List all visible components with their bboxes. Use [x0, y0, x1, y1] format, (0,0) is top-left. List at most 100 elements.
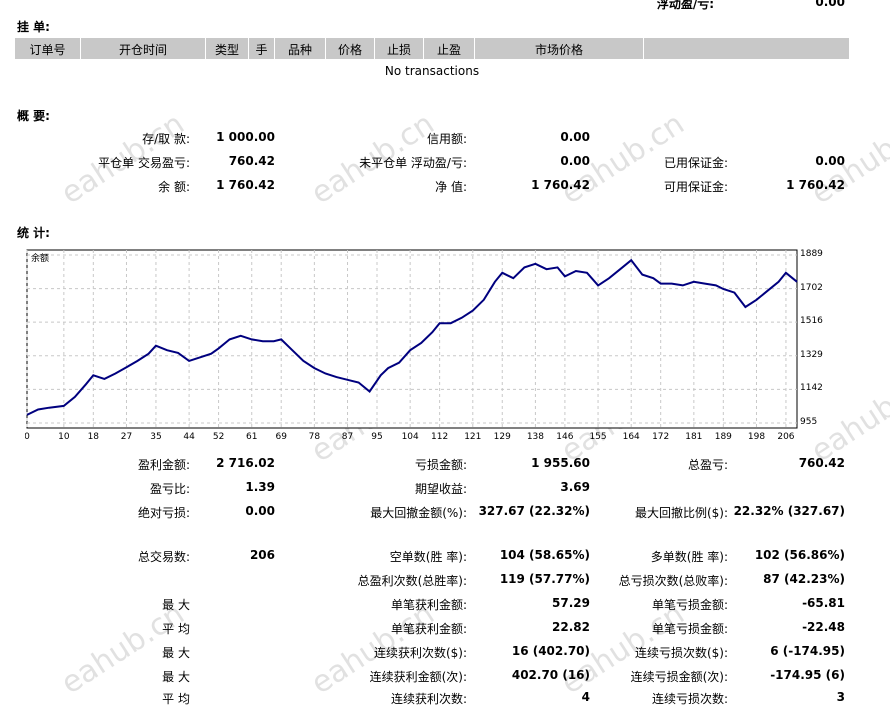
stats-label: 平 均 [162, 692, 190, 706]
col-market-price: 市场价格 [534, 43, 583, 57]
summary-label: 净 值: [435, 180, 467, 194]
stats-label: 单笔亏损金额: [651, 598, 728, 612]
col-sl: 止损 [386, 43, 411, 57]
stats-value: 760.42 [798, 456, 845, 470]
stats-value: 104 (58.65%) [499, 548, 590, 562]
stats-label: 最 大 [162, 598, 190, 612]
col-type: 类型 [214, 43, 239, 57]
summary-label: 已用保证金: [663, 156, 728, 170]
chart-x-tick: 104 [402, 432, 419, 442]
chart-x-tick: 61 [246, 432, 257, 442]
stats-label: 多单数(胜 率): [650, 550, 728, 564]
stats-label: 亏损金额: [414, 458, 467, 472]
summary-label: 未平仓单 浮动盈/亏: [359, 156, 467, 170]
summary-label: 平仓单 交易盈亏: [98, 156, 190, 170]
stats-value: 3.69 [560, 480, 590, 494]
col-symbol: 品种 [287, 43, 312, 57]
stats-value: 6 (-174.95) [770, 644, 845, 658]
stats-value: 206 [249, 548, 275, 562]
stats-label: 平 均 [162, 622, 190, 636]
chart-x-tick: 189 [715, 432, 732, 442]
chart-x-tick: 69 [275, 432, 287, 442]
summary-value: 1 760.42 [531, 178, 590, 192]
stats-label: 连续获利金额(次): [369, 670, 467, 684]
floating-pl-value: 0.00 [815, 0, 845, 9]
chart-x-tick: 35 [150, 432, 161, 442]
stats-label: 总盈亏: [687, 458, 728, 472]
stats-value: 119 (57.77%) [499, 572, 590, 586]
stats-label: 连续获利次数($): [373, 646, 467, 660]
chart-frame [26, 249, 798, 429]
stats-value: 2 716.02 [216, 456, 275, 470]
balance-chart-svg: 0 10 18 27 35 44 52 61 69 78 87 95 104 112 121 129 138 14… [25, 249, 798, 442]
stats-label: 连续亏损次数: [651, 692, 728, 706]
chart-x-tick: 164 [623, 432, 640, 442]
stats-value: 1.39 [245, 480, 275, 494]
stats-value: 22.32% (327.67) [733, 504, 845, 518]
stats-value: 3 [836, 690, 845, 704]
stats-value: 16 (402.70) [511, 644, 590, 658]
stats-label: 单笔获利金额: [390, 598, 467, 612]
chart-x-tick: 112 [431, 432, 448, 442]
summary-title: 概 要: [17, 109, 50, 123]
stats-label: 最 大 [162, 646, 190, 660]
summary-label: 存/取 款: [142, 132, 190, 146]
summary-value: 1 760.42 [786, 178, 845, 192]
col-lots: 手 [255, 43, 268, 57]
summary-value: 1 760.42 [216, 178, 275, 192]
chart-x-tick: 129 [494, 432, 511, 442]
summary-value: 760.42 [228, 154, 275, 168]
stats-value: 4 [581, 690, 590, 704]
stats-value: 402.70 (16) [511, 668, 590, 682]
stats-label: 空单数(胜 率): [389, 550, 467, 564]
stats-value: 327.67 (22.32%) [478, 504, 590, 518]
orders-table-header: 订单号 开仓时间 类型 手 品种 价格 止损 止盈 市场价格 [15, 38, 849, 59]
chart-y-tick: 1142 [800, 383, 823, 394]
chart-x-tick: 87 [342, 432, 353, 442]
col-open-time: 开仓时间 [118, 43, 167, 57]
chart-x-tick: 18 [88, 432, 100, 442]
chart-x-tick: 206 [777, 432, 794, 442]
stats-label: 单笔亏损金额: [651, 622, 728, 636]
chart-x-tick: 172 [652, 432, 669, 442]
stats-value: -174.95 (6) [770, 668, 845, 682]
stats-label: 盈利金额: [137, 458, 190, 472]
stats-value: 0.00 [245, 504, 275, 518]
chart-x-tick: 44 [183, 432, 195, 442]
balance-chart: 0 10 18 27 35 44 52 61 69 78 87 95 104 112 121 129 138 14… [25, 248, 823, 442]
chart-x-tick: 0 [25, 432, 30, 442]
stats-value: 102 (56.86%) [754, 548, 845, 562]
stats-label: 最 大 [162, 670, 190, 684]
summary-label: 信用额: [426, 132, 467, 146]
chart-y-tick: 1889 [800, 249, 823, 259]
stats-label: 盈亏比: [149, 482, 190, 496]
chart-x-tick: 95 [371, 432, 382, 442]
col-price: 价格 [337, 43, 362, 57]
stats-label: 单笔获利金额: [390, 622, 467, 636]
chart-y-tick: 1702 [800, 282, 823, 293]
stats-label: 总交易数: [137, 550, 190, 564]
stats-label: 总亏损次数(总败率): [618, 574, 728, 588]
chart-x-tick: 78 [309, 432, 321, 442]
stats-value: -22.48 [802, 620, 845, 634]
summary-value: 0.00 [560, 154, 590, 168]
stats-label: 总盈利次数(总胜率): [357, 574, 467, 588]
stats-title: 统 计: [17, 226, 50, 240]
orders-empty: No transactions [384, 64, 480, 78]
summary-value: 0.00 [560, 130, 590, 144]
stats-label: 期望收益: [414, 482, 467, 496]
summary-value: 0.00 [815, 154, 845, 168]
stats-label: 绝对亏损: [137, 506, 190, 520]
chart-y-tick: 1329 [800, 349, 823, 360]
col-tp: 止盈 [436, 43, 461, 57]
stats-value: 22.82 [552, 620, 590, 634]
chart-x-tick: 138 [527, 432, 544, 442]
stats-value: 87 (42.23%) [763, 572, 845, 586]
stats-label: 最大回撤比例($): [634, 506, 728, 520]
stats-value: -65.81 [802, 596, 845, 610]
summary-value: 1 000.00 [216, 130, 275, 144]
chart-x-tick: 155 [589, 432, 606, 442]
chart-title: 余额 [31, 252, 49, 264]
chart-x-tick: 146 [556, 432, 573, 442]
col-order: 订单号 [29, 43, 66, 57]
